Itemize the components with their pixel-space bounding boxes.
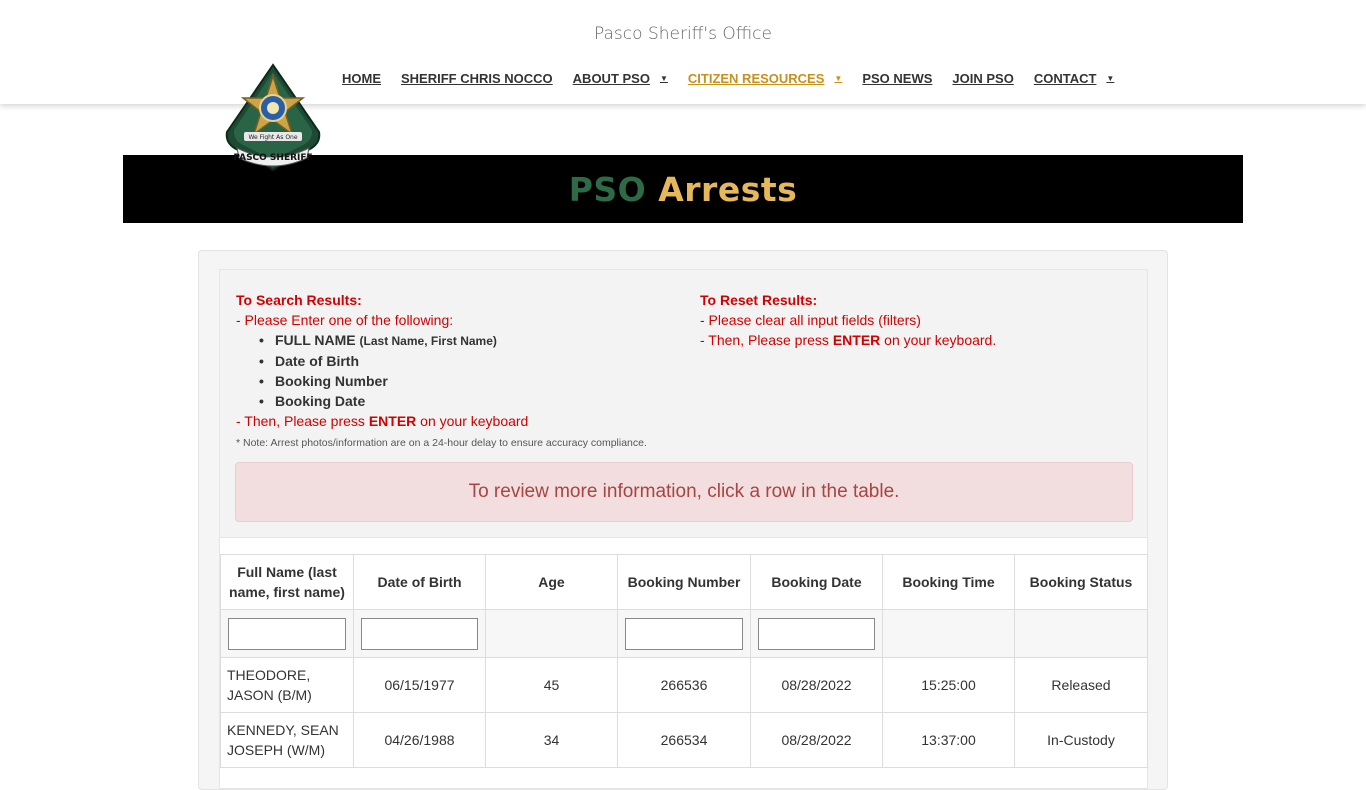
column-header-booking-number[interactable]: Booking Number xyxy=(617,554,751,610)
column-header-booking-status[interactable]: Booking Status xyxy=(1014,554,1148,610)
cell-booking-date: 08/28/2022 xyxy=(750,657,883,713)
search-outro-key: ENTER xyxy=(368,413,417,429)
cell-full-name: THEODORE, JASON (B/M) xyxy=(220,657,354,713)
reset-line-2-text-end: on your keyboard. xyxy=(880,332,997,348)
cell-dob: 04/26/1988 xyxy=(353,712,486,768)
arrests-table-wrap: Full Name (last name, first name) Date o… xyxy=(220,554,1148,768)
list-item: Booking Number xyxy=(259,371,676,391)
instructions-section: To Search Results: - Please Enter one of… xyxy=(220,270,1147,538)
site-header: Pasco Sheriff's Office HOME SHERIFF CHRI… xyxy=(0,0,1366,104)
booking-date-filter-input[interactable] xyxy=(758,617,875,650)
cell-dob: 06/15/1977 xyxy=(353,657,486,713)
cell-booking-date: 08/28/2022 xyxy=(750,712,883,768)
filter-cell xyxy=(353,609,486,658)
filter-cell-empty xyxy=(882,609,1015,658)
column-header-full-name[interactable]: Full Name (last name, first name) xyxy=(220,554,354,610)
nav-join-pso[interactable]: JOIN PSO xyxy=(952,71,1013,86)
cell-booking-status: In-Custody xyxy=(1014,712,1148,768)
table-row[interactable]: KENNEDY, SEAN JOSEPH (W/M) 04/26/1988 34… xyxy=(220,712,1148,768)
reset-line-2-text: - Then, Please press xyxy=(700,332,833,348)
logo-text: PASCO SHERIFF xyxy=(233,153,312,163)
arrests-panel: To Search Results: - Please Enter one of… xyxy=(198,250,1168,790)
filter-row xyxy=(220,609,1148,658)
search-field-list: FULL NAME (Last Name, First Name) Date o… xyxy=(259,330,676,411)
banner-title-pso: PSO xyxy=(568,169,647,209)
filter-cell-empty xyxy=(485,609,618,658)
reset-line-1: - Please clear all input fields (filters… xyxy=(700,312,921,328)
search-outro: - Then, Please press ENTER on your keybo… xyxy=(236,411,676,431)
cell-booking-number: 266536 xyxy=(617,657,751,713)
nav-about-pso[interactable]: ABOUT PSO ▼ xyxy=(573,71,668,86)
list-item: FULL NAME (Last Name, First Name) xyxy=(259,330,676,351)
nav-contact[interactable]: CONTACT ▼ xyxy=(1034,71,1115,86)
banner-title-arrests: Arrests xyxy=(658,169,798,209)
reset-line-2: - Then, Please press ENTER on your keybo… xyxy=(700,330,1130,350)
filter-cell xyxy=(617,609,751,658)
arrests-inner-panel: To Search Results: - Please Enter one of… xyxy=(219,269,1148,789)
nav-contact-label: CONTACT xyxy=(1033,70,1097,86)
nav-citizen-resources[interactable]: CITIZEN RESOURCES ▼ xyxy=(688,71,842,86)
info-alert: To review more information, click a row … xyxy=(235,462,1133,522)
caret-down-icon: ▼ xyxy=(834,73,843,83)
column-header-dob[interactable]: Date of Birth xyxy=(353,554,486,610)
cell-booking-time: 15:25:00 xyxy=(882,657,1015,713)
nav-citizen-label: CITIZEN RESOURCES xyxy=(687,70,825,86)
main-nav: HOME SHERIFF CHRIS NOCCO ABOUT PSO ▼ CITI… xyxy=(342,68,1134,88)
booking-number-filter-input[interactable] xyxy=(625,617,743,650)
cell-booking-time: 13:37:00 xyxy=(882,712,1015,768)
search-item-label: Booking Number xyxy=(275,373,388,389)
cell-full-name: KENNEDY, SEAN JOSEPH (W/M) xyxy=(220,712,354,768)
column-header-booking-time[interactable]: Booking Time xyxy=(882,554,1015,610)
sheriff-badge-icon: We Fight As One PASCO SHERIFF xyxy=(225,63,321,172)
cell-age: 45 xyxy=(485,657,618,713)
search-outro-text: - Then, Please press xyxy=(236,413,369,429)
logo-motto: We Fight As One xyxy=(248,134,297,141)
caret-down-icon: ▼ xyxy=(659,73,668,83)
table-header-row: Full Name (last name, first name) Date o… xyxy=(220,554,1148,610)
page-title: PSO Arrests xyxy=(569,170,798,209)
table-row[interactable]: THEODORE, JASON (B/M) 06/15/1977 45 2665… xyxy=(220,657,1148,713)
site-title: Pasco Sheriff's Office xyxy=(594,24,772,44)
search-item-label: Date of Birth xyxy=(275,353,359,369)
column-header-age[interactable]: Age xyxy=(485,554,618,610)
search-instructions: To Search Results: - Please Enter one of… xyxy=(236,290,676,431)
dob-filter-input[interactable] xyxy=(361,617,478,650)
list-item: Booking Date xyxy=(259,391,676,411)
reset-instructions: To Reset Results: - Please clear all inp… xyxy=(700,290,1130,350)
filter-cell xyxy=(750,609,883,658)
nav-home[interactable]: HOME xyxy=(342,71,381,86)
delay-note: * Note: Arrest photos/information are on… xyxy=(236,437,647,449)
cell-booking-number: 266534 xyxy=(617,712,751,768)
search-item-hint: (Last Name, First Name) xyxy=(359,334,497,348)
cell-age: 34 xyxy=(485,712,618,768)
reset-line-2-key: ENTER xyxy=(832,332,881,348)
nav-home-label: HOME xyxy=(342,70,381,86)
caret-down-icon: ▼ xyxy=(1106,73,1115,83)
reset-heading: To Reset Results: xyxy=(700,292,818,308)
search-heading: To Search Results: xyxy=(236,292,362,308)
list-item: Date of Birth xyxy=(259,351,676,371)
column-header-booking-date[interactable]: Booking Date xyxy=(750,554,883,610)
search-outro-text-end: on your keyboard xyxy=(416,413,529,429)
cell-booking-status: Released xyxy=(1014,657,1148,713)
search-intro: - Please Enter one of the following: xyxy=(236,312,454,328)
nav-sheriff[interactable]: SHERIFF CHRIS NOCCO xyxy=(401,71,553,86)
sheriff-logo[interactable]: We Fight As One PASCO SHERIFF xyxy=(222,62,324,174)
search-item-label: Booking Date xyxy=(275,393,366,409)
nav-news-label: PSO NEWS xyxy=(862,70,933,86)
filter-cell xyxy=(220,609,354,658)
nav-sheriff-label: SHERIFF CHRIS NOCCO xyxy=(401,70,553,86)
nav-about-label: ABOUT PSO xyxy=(572,70,650,86)
filter-cell-empty xyxy=(1014,609,1148,658)
search-item-label: FULL NAME xyxy=(275,332,356,348)
nav-join-label: JOIN PSO xyxy=(952,70,1014,86)
arrests-table: Full Name (last name, first name) Date o… xyxy=(220,554,1148,768)
full-name-filter-input[interactable] xyxy=(228,617,346,650)
nav-pso-news[interactable]: PSO NEWS xyxy=(862,71,932,86)
